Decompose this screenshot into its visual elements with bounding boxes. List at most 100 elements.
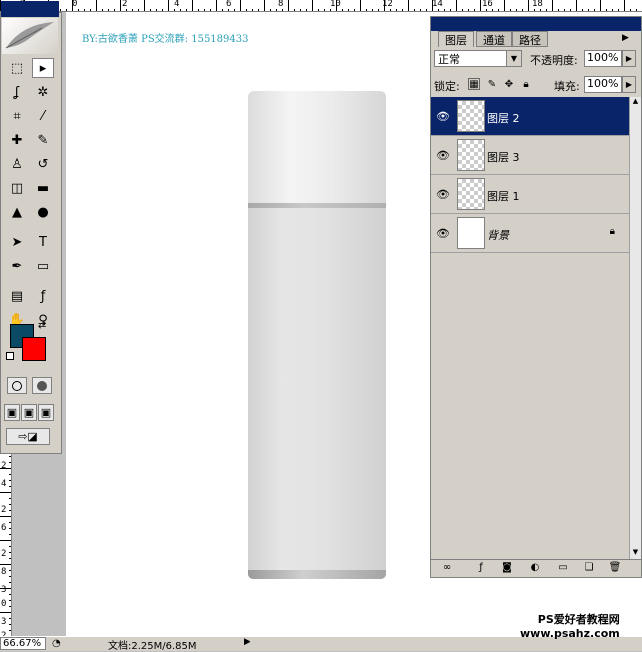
layer-thumbnail[interactable] (457, 139, 485, 171)
move-tool-icon[interactable]: ▸ (32, 58, 54, 78)
pen-tool-icon[interactable]: ✒ (6, 256, 28, 276)
swap-colors-icon[interactable]: ⇄ (38, 320, 46, 331)
ruler-tick (9, 570, 11, 571)
opacity-slider-arrow-icon[interactable]: ▶ (622, 50, 636, 67)
layer-row[interactable]: 👁︎ 图层 1 (431, 175, 629, 214)
adjustment-layer-icon[interactable]: ◐ (528, 561, 542, 574)
type-tool-icon[interactable]: T (32, 232, 54, 252)
blend-mode-select[interactable]: 正常 ▼ (434, 50, 522, 67)
layer-name[interactable]: 背景 (487, 227, 509, 243)
path-selection-tool-icon[interactable]: ➤ (6, 232, 28, 252)
fill-input[interactable]: 100% (584, 76, 622, 93)
delete-layer-icon[interactable]: 🗑︎ (608, 561, 622, 574)
lock-all-icon[interactable]: 🔒︎ (520, 78, 532, 90)
eyedropper-tool-icon[interactable]: ƒ (32, 286, 54, 306)
jump-to-imageready-button[interactable]: ⇨◪ (6, 428, 50, 445)
ruler-number: 4 (1, 479, 7, 489)
crop-tool-icon[interactable]: ⌗ (6, 106, 28, 126)
lock-position-icon[interactable]: ✥ (503, 78, 515, 90)
lasso-tool-icon[interactable]: ʆ (6, 82, 28, 102)
ruler-number: 6 (1, 523, 7, 533)
feather-logo-icon[interactable] (2, 18, 58, 54)
layer-name[interactable]: 图层 3 (487, 149, 520, 165)
add-mask-icon[interactable]: ◙ (500, 561, 514, 574)
standard-mode-button[interactable] (7, 377, 27, 394)
layer-thumbnail[interactable] (457, 100, 485, 132)
ruler-tick (504, 0, 505, 11)
brush-tool-icon[interactable]: ✎ (32, 130, 54, 150)
layer-row[interactable]: 👁︎ 图层 3 (431, 136, 629, 175)
healing-brush-tool-icon[interactable]: ✚ (6, 130, 28, 150)
ruler-tick (312, 0, 313, 11)
background-color-swatch[interactable] (22, 337, 46, 361)
gradient-tool-icon[interactable]: ▬ (32, 178, 54, 198)
ruler-tick (9, 600, 11, 601)
ruler-tick (360, 0, 361, 11)
zoom-level-input[interactable]: 66.67% (0, 637, 46, 650)
ruler-number: 6 (226, 0, 232, 9)
new-layer-icon[interactable]: ❏ (582, 561, 596, 574)
toolbox-title-bar[interactable] (1, 1, 59, 17)
link-layers-icon[interactable]: ∞ (440, 561, 454, 574)
layer-style-icon[interactable]: ƒ (474, 561, 488, 574)
shape-tool-icon[interactable]: ▭ (32, 256, 54, 276)
opacity-input[interactable]: 100% (584, 50, 622, 67)
visibility-eye-icon[interactable]: 👁︎ (435, 109, 451, 123)
ruler-tick (9, 624, 11, 625)
layer-name[interactable]: 图层 1 (487, 188, 520, 204)
slice-tool-icon[interactable]: ⁄ (32, 106, 54, 126)
notes-tool-icon[interactable]: ▤ (6, 286, 28, 306)
ruler-tick (96, 0, 97, 11)
ruler-number: 2 (1, 549, 7, 559)
blur-tool-icon[interactable]: ▲ (6, 202, 28, 222)
status-info-icon[interactable]: ◔ (52, 638, 61, 649)
visibility-eye-icon[interactable]: 👁︎ (435, 187, 451, 201)
magic-wand-tool-icon[interactable]: ✲ (32, 82, 54, 102)
tab-layers[interactable]: 图层 (438, 31, 474, 47)
screen-mode-full-menu-button[interactable]: ▣ (21, 404, 37, 421)
eraser-tool-icon[interactable]: ◫ (6, 178, 28, 198)
screen-mode-standard-button[interactable]: ▣ (4, 404, 20, 421)
panel-menu-arrow-icon[interactable]: ▶ (622, 33, 629, 43)
default-colors-icon[interactable] (6, 352, 14, 360)
lock-transparency-icon[interactable]: ▦ (468, 78, 480, 90)
layer-list: 👁︎ 图层 2 👁︎ 图层 3 👁︎ 图层 1 👁︎ 背景 🔒︎ (431, 97, 629, 255)
ruler-tick (0, 540, 11, 541)
layers-panel-title-bar[interactable] (431, 17, 641, 31)
visibility-eye-icon[interactable]: 👁︎ (435, 226, 451, 240)
ruler-tick (9, 558, 11, 559)
ruler-number: 3 (1, 585, 7, 595)
layer-row[interactable]: 👁︎ 图层 2 (431, 97, 629, 136)
history-brush-tool-icon[interactable]: ↺ (32, 154, 54, 174)
tab-paths[interactable]: 路径 (512, 31, 548, 47)
layer-thumbnail[interactable] (457, 217, 485, 249)
new-group-icon[interactable]: ▭ (556, 561, 570, 574)
dodge-tool-icon[interactable]: ● (32, 202, 54, 222)
layers-scrollbar[interactable]: ▲ ▼ (629, 97, 641, 559)
fill-slider-arrow-icon[interactable]: ▶ (622, 76, 636, 93)
ruler-tick (240, 0, 241, 11)
ruler-tick (9, 510, 11, 511)
top-ruler[interactable]: 2024681012141618 (0, 0, 642, 12)
ruler-number: 14 (432, 0, 443, 9)
screen-mode-full-button[interactable]: ▣ (38, 404, 54, 421)
ruler-number: 8 (278, 0, 284, 9)
ruler-tick (264, 0, 265, 11)
watermark-line2: www.psahz.com (520, 627, 620, 640)
ruler-tick (408, 0, 409, 11)
ruler-tick (288, 0, 289, 11)
quick-mask-button[interactable] (32, 377, 52, 394)
marquee-tool-icon[interactable]: ⬚ (6, 58, 28, 78)
ruler-number: 18 (532, 0, 543, 9)
tab-channels[interactable]: 通道 (476, 31, 512, 47)
chevron-down-icon: ▼ (506, 51, 521, 66)
ruler-tick (552, 0, 553, 11)
lock-image-icon[interactable]: ✎ (486, 78, 498, 90)
visibility-eye-icon[interactable]: 👁︎ (435, 148, 451, 162)
layer-row[interactable]: 👁︎ 背景 🔒︎ (431, 214, 629, 253)
watermark-text: PS爱好者教程网 www.psahz.com (520, 613, 620, 641)
layer-name[interactable]: 图层 2 (487, 110, 520, 126)
clone-stamp-tool-icon[interactable]: ♙ (6, 154, 28, 174)
ruler-tick (168, 0, 169, 11)
layer-thumbnail[interactable] (457, 178, 485, 210)
